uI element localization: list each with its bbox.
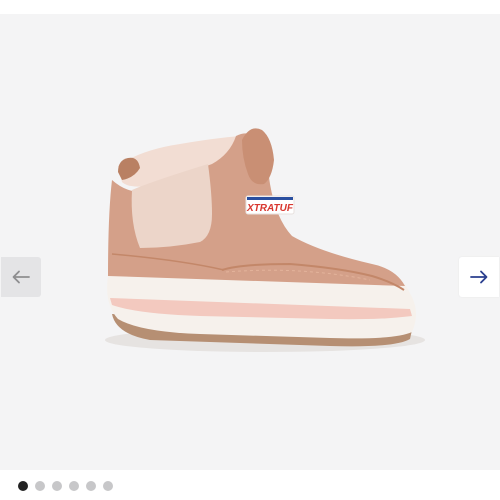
previous-image-button[interactable]: [1, 257, 41, 297]
pagination-dot-6[interactable]: [103, 481, 113, 491]
pagination-dot-2[interactable]: [35, 481, 45, 491]
arrow-left-icon: [12, 270, 30, 284]
pagination-dot-1[interactable]: [18, 481, 28, 491]
brand-label-text: XTRATUF: [246, 203, 294, 214]
pagination-dot-4[interactable]: [69, 481, 79, 491]
gallery-pagination: [18, 481, 113, 491]
pagination-dot-5[interactable]: [86, 481, 96, 491]
arrow-right-icon: [470, 270, 488, 284]
next-image-button[interactable]: [459, 257, 499, 297]
product-image-gallery: XTRATUF: [0, 0, 500, 500]
gallery-stage: XTRATUF: [0, 14, 500, 470]
brand-label: XTRATUF: [245, 195, 295, 215]
pagination-dot-3[interactable]: [52, 481, 62, 491]
product-image-boot: XTRATUF: [105, 128, 425, 352]
